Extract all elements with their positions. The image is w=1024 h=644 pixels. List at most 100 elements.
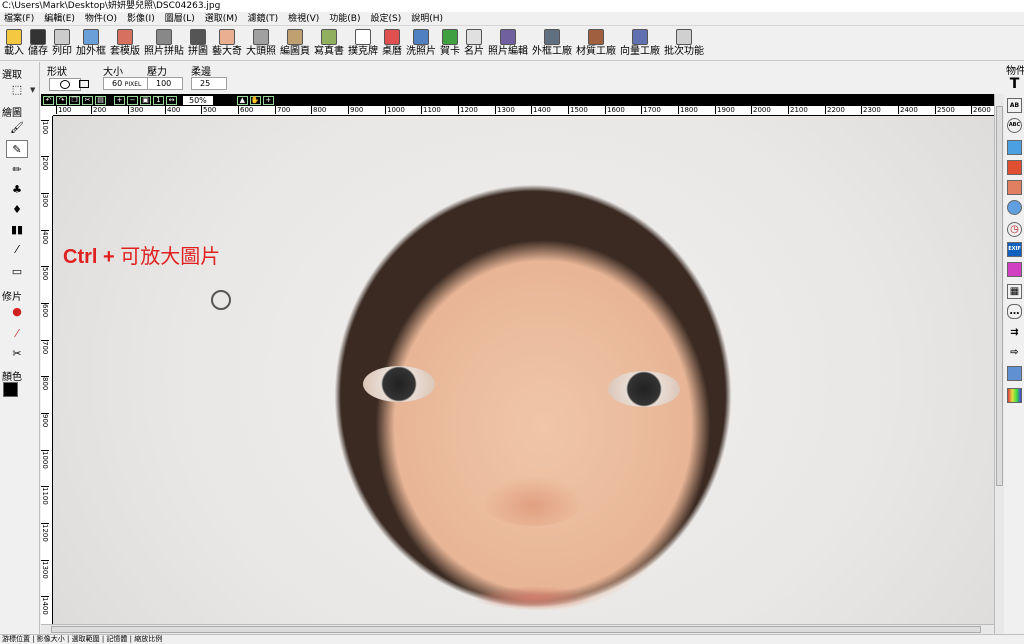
vertical-ruler: 100 200 300 400 500 600 700 800 900 1000… xyxy=(41,116,53,624)
collage-icon xyxy=(156,29,172,45)
clone-tool[interactable]: ✂ xyxy=(6,344,28,362)
retouch-brush-tool[interactable]: ⁄ xyxy=(6,324,28,342)
menu-filter[interactable]: 濾鏡(T) xyxy=(244,12,285,25)
softness-label: 柔邊 xyxy=(191,67,211,78)
text-style-icon[interactable]: AB xyxy=(1007,98,1022,113)
disk-icon xyxy=(30,29,46,45)
menu-bar: 檔案(F) 編輯(E) 物件(O) 影像(I) 圖層(L) 選取(M) 濾鏡(T… xyxy=(0,12,1024,26)
eraser-tool[interactable]: ✎ xyxy=(6,140,28,158)
rect-select-tool[interactable]: ⬚ xyxy=(6,80,28,98)
namecard-button[interactable]: 名片 xyxy=(462,27,486,60)
menu-edit[interactable]: 編輯(E) xyxy=(40,12,81,25)
exif-icon[interactable]: EXIF xyxy=(1007,242,1022,257)
undo-icon[interactable]: ↶ xyxy=(43,95,54,105)
arrows-icon[interactable]: ⇉ xyxy=(1007,326,1022,341)
shape-tool[interactable]: ▭ xyxy=(6,262,28,280)
fill-tool[interactable]: ♦ xyxy=(6,200,28,218)
brush-tool[interactable]: 🖌 xyxy=(6,118,28,136)
horizontal-scrollbar[interactable] xyxy=(41,624,994,634)
line-icon: ▮▮ xyxy=(10,222,24,236)
actual-size-icon[interactable]: 1 xyxy=(153,95,164,105)
id-photo-button[interactable]: 大頭照 xyxy=(244,27,278,60)
cut-icon[interactable]: ✂ xyxy=(82,95,93,105)
photo-edit-icon xyxy=(500,29,516,45)
color-pattern-icon[interactable] xyxy=(1007,388,1022,403)
object-panel-label: 物件 xyxy=(1006,66,1024,77)
texture-factory-button[interactable]: 材質工廠 xyxy=(574,27,618,60)
menu-file[interactable]: 檔案(F) xyxy=(0,12,40,25)
options-bar: 形狀 大小 60 PIXEL 壓力 100 柔邊 25 xyxy=(41,62,1004,94)
art-button[interactable]: 藝大奇 xyxy=(210,27,244,60)
greeting-card-button[interactable]: 賀卡 xyxy=(438,27,462,60)
calendar-grid-icon[interactable]: ▦ xyxy=(1007,284,1022,299)
calendar-button[interactable]: 桌曆 xyxy=(380,27,404,60)
menu-select[interactable]: 選取(M) xyxy=(201,12,244,25)
stamp-tool[interactable]: ♣ xyxy=(6,180,28,198)
hand-icon[interactable]: ✋ xyxy=(249,95,261,105)
redeye-tool[interactable]: ● xyxy=(6,302,28,320)
abc-icon[interactable]: ABC xyxy=(1007,118,1022,133)
zoom-in-icon[interactable]: + xyxy=(114,95,125,105)
arrow-right-icon[interactable]: ⇨ xyxy=(1007,346,1022,361)
cake-icon[interactable] xyxy=(1007,262,1022,277)
frame-factory-button[interactable]: 外框工廠 xyxy=(530,27,574,60)
fit-window-icon[interactable]: ▣ xyxy=(140,95,151,105)
poker-button[interactable]: 撲克牌 xyxy=(346,27,380,60)
dropdown-arrow-icon[interactable]: ▼ xyxy=(30,86,35,94)
copy-icon[interactable]: ❐ xyxy=(69,95,80,105)
menu-object[interactable]: 物件(O) xyxy=(81,12,123,25)
redo-icon[interactable]: ↷ xyxy=(56,95,67,105)
frame-icon xyxy=(83,29,99,45)
zoom-level[interactable]: 50% xyxy=(183,95,213,105)
load-button[interactable]: 載入 xyxy=(2,27,26,60)
pressure-field[interactable]: 100 xyxy=(147,77,183,90)
photobook-button[interactable]: 寫真書 xyxy=(312,27,346,60)
menu-image[interactable]: 影像(I) xyxy=(123,12,161,25)
batch-button[interactable]: 批次功能 xyxy=(662,27,706,60)
menu-view[interactable]: 檢視(V) xyxy=(284,12,325,25)
menu-help[interactable]: 說明(H) xyxy=(407,12,449,25)
menu-layer[interactable]: 圖層(L) xyxy=(161,12,201,25)
photo-edit-button[interactable]: 照片編輯 xyxy=(486,27,530,60)
layout-icon xyxy=(287,29,303,45)
text-tool-icon[interactable]: T xyxy=(1007,77,1022,93)
paste-icon[interactable]: ▤ xyxy=(95,95,106,105)
comment-icon[interactable] xyxy=(1007,366,1022,381)
horizontal-scroll-thumb[interactable] xyxy=(51,626,981,633)
retouch-brush-icon: ⁄ xyxy=(16,326,18,340)
eyedropper-tool[interactable]: ⁄ xyxy=(6,240,28,258)
add-frame-button[interactable]: 加外框 xyxy=(74,27,108,60)
line-tool[interactable]: ▮▮ xyxy=(6,220,28,238)
fit-width-icon[interactable]: ↔ xyxy=(166,95,177,105)
layers-icon[interactable] xyxy=(1007,180,1022,195)
pencil-tool[interactable]: ✏ xyxy=(6,160,28,178)
image-object-icon[interactable] xyxy=(1007,140,1022,155)
print-photo-button[interactable]: 洗照片 xyxy=(404,27,438,60)
vector-factory-button[interactable]: 向量工廠 xyxy=(618,27,662,60)
photo-canvas[interactable]: Ctrl + 可放大圖片 xyxy=(53,116,994,624)
move-icon[interactable]: + xyxy=(262,95,274,105)
layout-page-button[interactable]: 編圖頁 xyxy=(278,27,312,60)
cards-icon xyxy=(355,29,371,45)
pointer-icon[interactable]: ▲ xyxy=(236,95,248,105)
foreground-color-swatch[interactable] xyxy=(3,382,18,397)
zoom-out-icon[interactable]: − xyxy=(127,95,138,105)
vertical-scrollbar[interactable] xyxy=(994,94,1004,634)
collage-button[interactable]: 照片拼貼 xyxy=(142,27,186,60)
puzzle-button[interactable]: 拼圖 xyxy=(186,27,210,60)
folder-icon xyxy=(6,29,22,45)
magnifier-icon[interactable] xyxy=(1007,200,1022,215)
vertical-scroll-thumb[interactable] xyxy=(996,106,1003,486)
square-shape-option[interactable] xyxy=(77,78,91,91)
menu-function[interactable]: 功能(B) xyxy=(325,12,366,25)
size-field[interactable]: 60 PIXEL xyxy=(103,77,149,90)
left-eye xyxy=(363,366,435,402)
print-button[interactable]: 列印 xyxy=(50,27,74,60)
save-button[interactable]: 儲存 xyxy=(26,27,50,60)
photo-object-icon[interactable] xyxy=(1007,160,1022,175)
template-button[interactable]: 套模版 xyxy=(108,27,142,60)
menu-settings[interactable]: 設定(S) xyxy=(366,12,407,25)
softness-field[interactable]: 25 xyxy=(191,77,227,90)
speech-bubble-icon[interactable]: … xyxy=(1007,304,1022,319)
clock-icon[interactable]: ◷ xyxy=(1007,222,1022,237)
